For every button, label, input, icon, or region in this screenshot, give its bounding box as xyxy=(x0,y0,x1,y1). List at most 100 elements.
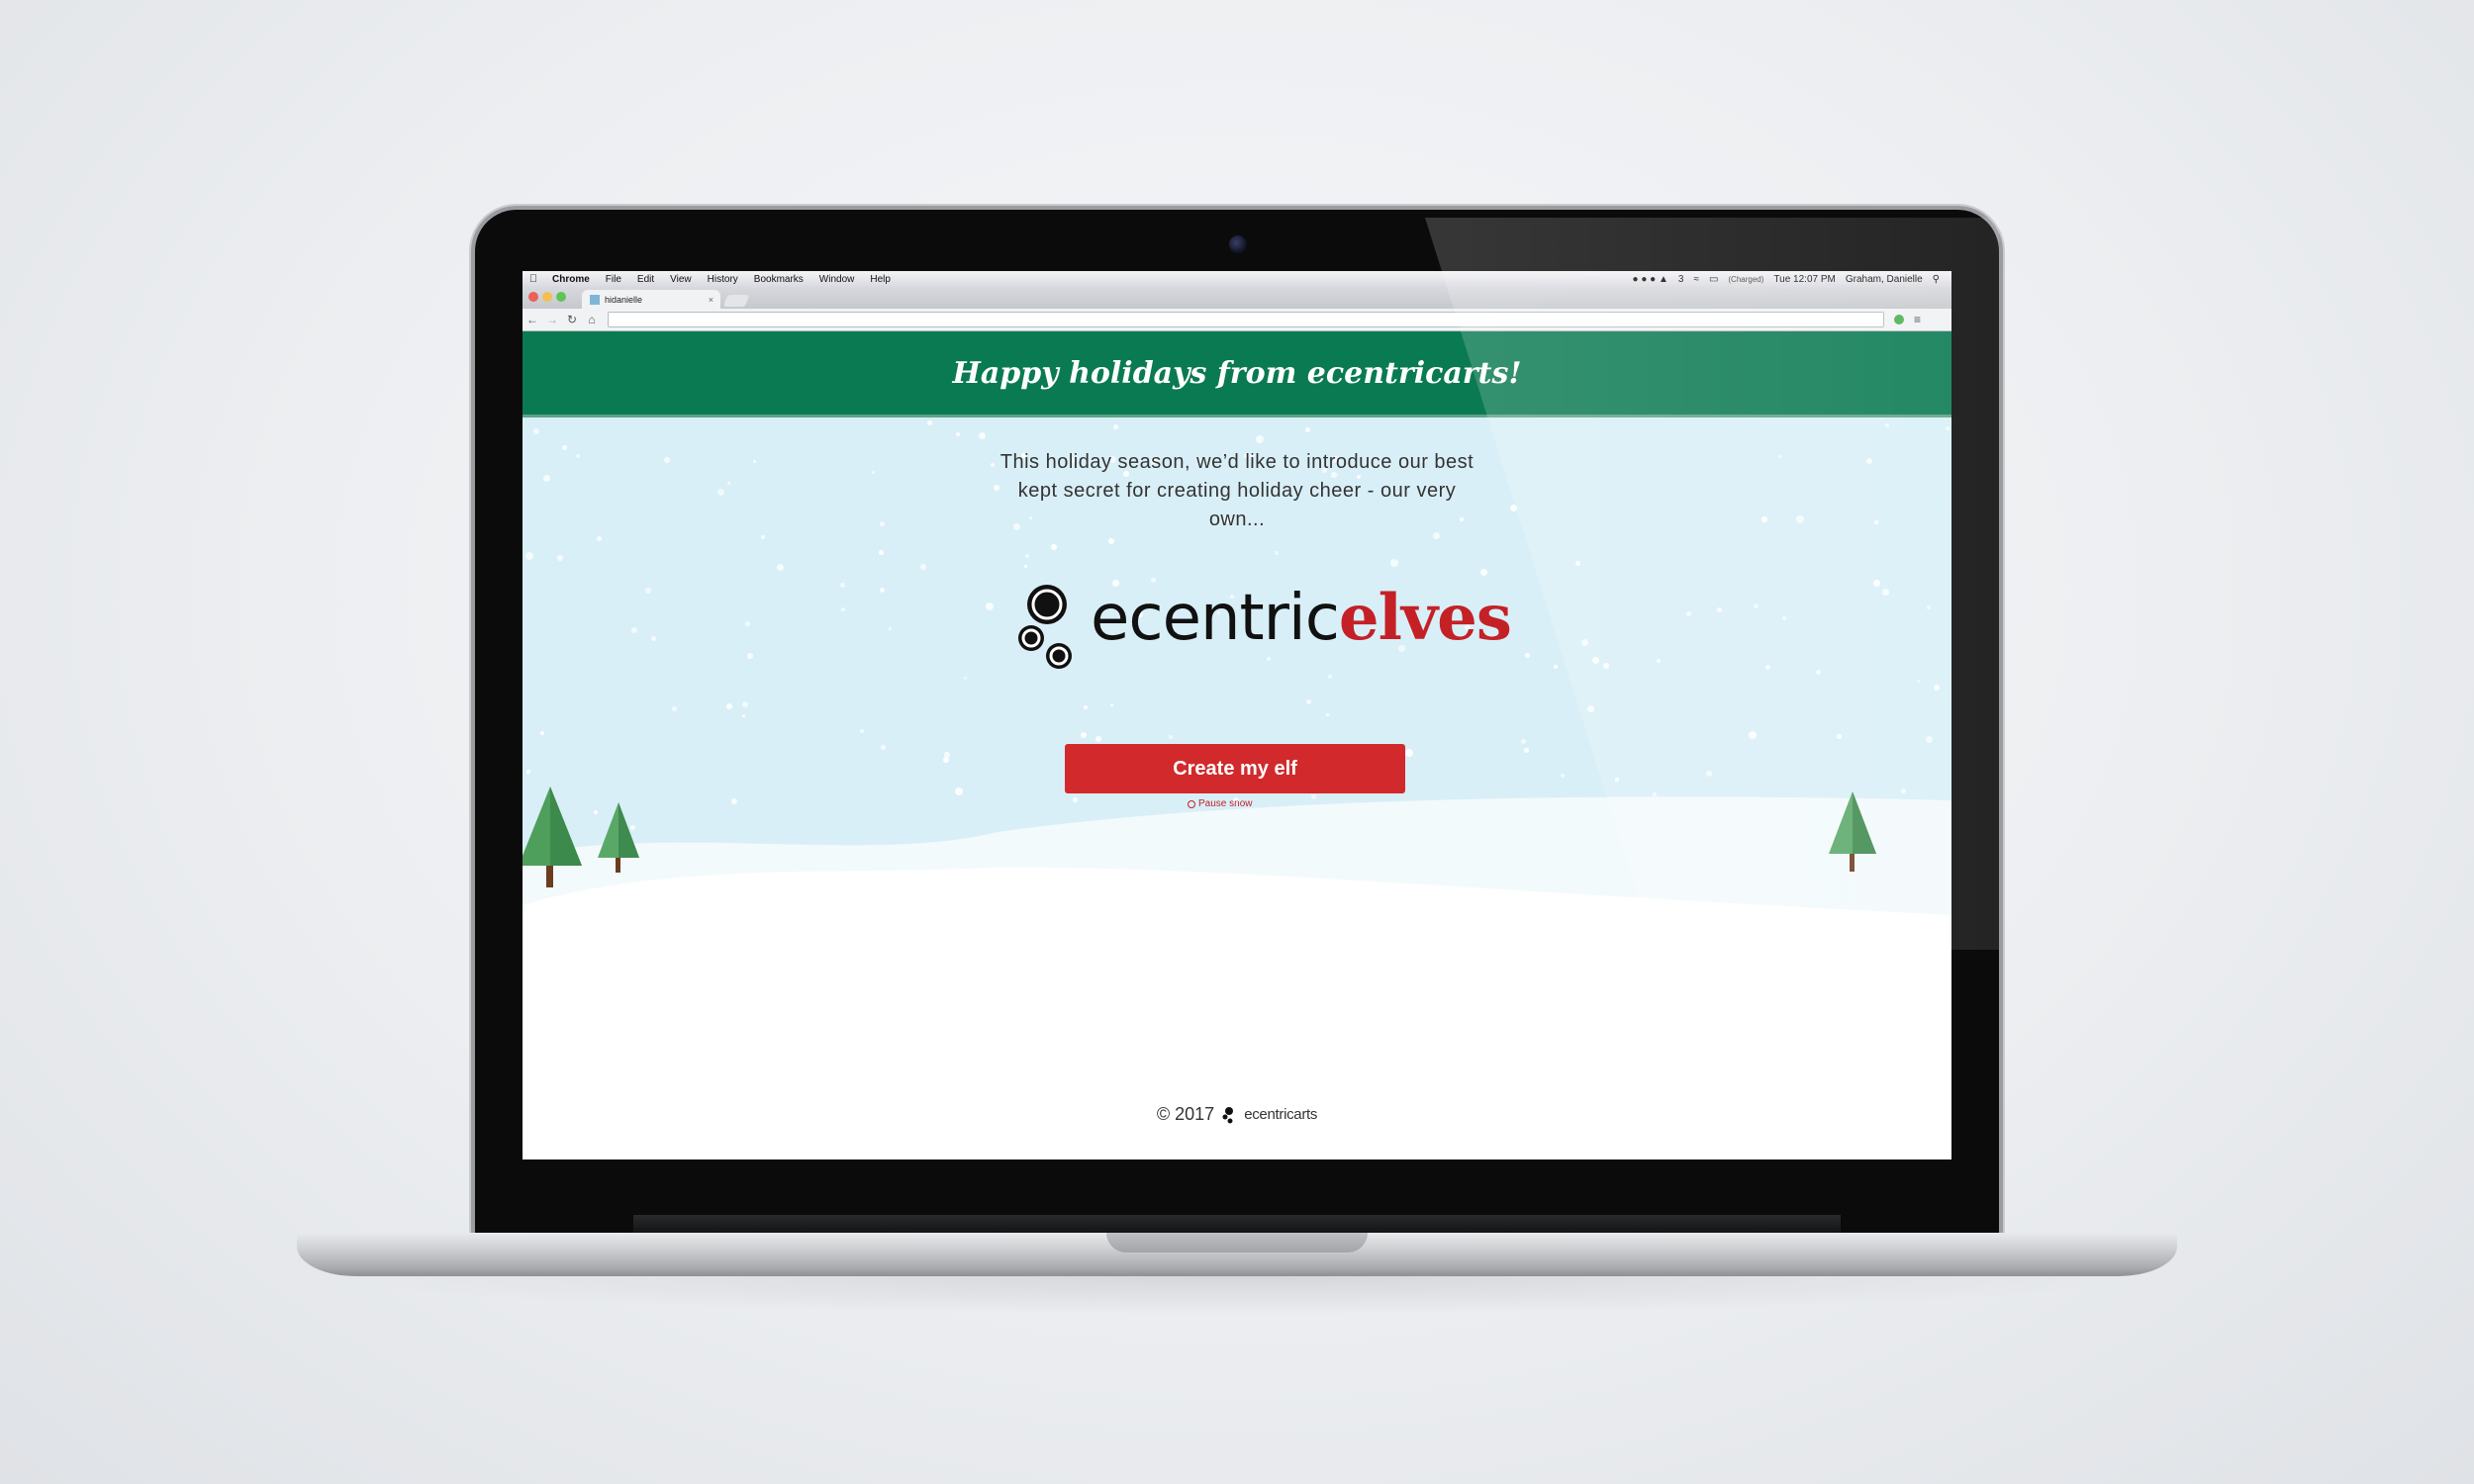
create-my-elf-button[interactable]: Create my elf xyxy=(1065,744,1405,793)
snowflake xyxy=(631,627,637,633)
laptop-hinge xyxy=(633,1215,1841,1235)
new-tab-button[interactable] xyxy=(722,295,750,307)
snowflake xyxy=(1575,561,1580,566)
snowflake xyxy=(880,588,885,593)
snowflake xyxy=(1927,605,1931,609)
snowflake xyxy=(1305,427,1310,432)
footer-brand: ecentricarts xyxy=(1244,1106,1318,1123)
snowflake xyxy=(927,420,932,425)
battery-icon[interactable]: ▭ xyxy=(1709,274,1718,285)
snowflake xyxy=(717,489,724,496)
menu-help[interactable]: Help xyxy=(862,274,899,285)
close-window-button[interactable] xyxy=(528,292,538,302)
snowflake xyxy=(525,552,533,560)
user-name[interactable]: Graham, Danielle xyxy=(1846,274,1923,285)
tab-strip: hidanielle × xyxy=(523,287,1951,309)
tab-active[interactable]: hidanielle × xyxy=(582,290,720,309)
snowflake xyxy=(956,432,960,436)
snowflake xyxy=(1686,611,1691,616)
snowflake xyxy=(1554,665,1558,669)
screen:  Chrome File Edit View History Bookmark… xyxy=(523,271,1951,1159)
logo-mark-icon xyxy=(1018,585,1072,669)
snowflake xyxy=(1816,670,1821,675)
snowflake xyxy=(1946,426,1950,430)
snowflake xyxy=(1885,423,1889,427)
snowflake xyxy=(1603,663,1609,669)
snowflake xyxy=(1510,505,1517,511)
snowflake xyxy=(1782,616,1786,620)
snowflake xyxy=(557,555,563,561)
laptop-shadow xyxy=(327,1276,2147,1316)
snowflake xyxy=(562,445,567,450)
footer: © 2017 ecentricarts xyxy=(523,1104,1951,1125)
menu-window[interactable]: Window xyxy=(811,274,863,285)
snowflake xyxy=(1326,713,1329,716)
apple-icon[interactable]:  xyxy=(523,273,544,285)
menu-view[interactable]: View xyxy=(662,274,700,285)
snowflake xyxy=(920,564,926,570)
snowflake xyxy=(1765,665,1770,670)
snowflake xyxy=(1306,699,1311,704)
snowflake xyxy=(645,588,651,594)
pause-snow-link[interactable]: Pause snow xyxy=(1188,798,1283,809)
wifi-icon[interactable]: ≈ xyxy=(1693,274,1699,285)
snowflake xyxy=(1592,657,1599,664)
snowflake xyxy=(1917,680,1920,683)
snowflake xyxy=(1874,520,1878,524)
footer-copyright: © 2017 xyxy=(1156,1104,1215,1124)
spotlight-icon[interactable]: ⚲ xyxy=(1933,274,1940,285)
snowflake xyxy=(841,607,845,611)
home-icon[interactable]: ⌂ xyxy=(582,313,602,326)
laptop-notch xyxy=(1106,1233,1368,1252)
minimize-window-button[interactable] xyxy=(542,292,552,302)
snowflake xyxy=(727,482,730,485)
snowflake xyxy=(1657,659,1661,663)
reload-icon[interactable]: ↻ xyxy=(562,313,582,326)
snowflake xyxy=(1025,554,1029,558)
snowflake xyxy=(1778,455,1781,458)
extension-icon[interactable] xyxy=(1894,315,1904,325)
logo-wordmark: ecentricelves xyxy=(1091,581,1512,655)
snowflake xyxy=(742,714,745,717)
snowflake xyxy=(1275,551,1279,555)
status-icons[interactable]: ● ● ● ▲ xyxy=(1633,274,1668,285)
snowflake xyxy=(1717,607,1722,612)
menu-chrome[interactable]: Chrome xyxy=(544,274,598,285)
snowflake xyxy=(1110,703,1113,706)
snowflake xyxy=(747,653,753,659)
snowflake xyxy=(597,536,602,541)
menu-bar:  Chrome File Edit View History Bookmark… xyxy=(523,271,1951,287)
snowflake xyxy=(1581,639,1588,646)
snowflake xyxy=(986,603,994,610)
menu-history[interactable]: History xyxy=(700,274,746,285)
tab-close-icon[interactable]: × xyxy=(709,295,714,305)
zoom-window-button[interactable] xyxy=(556,292,566,302)
snowflake xyxy=(777,564,784,571)
snowflake xyxy=(533,428,539,434)
snowflake xyxy=(860,729,864,733)
snowflake xyxy=(726,703,732,709)
snowflake xyxy=(1934,685,1940,691)
snowflake xyxy=(840,583,845,588)
snowflake xyxy=(651,636,656,641)
menu-file[interactable]: File xyxy=(598,274,629,285)
snowflake xyxy=(753,460,756,463)
snowflake xyxy=(879,550,884,555)
status-area: ● ● ● ▲ 3 ≈ ▭ (Charged) Tue 12:07 PM Gra… xyxy=(1633,274,1951,285)
back-icon[interactable]: ← xyxy=(523,313,542,326)
clock[interactable]: Tue 12:07 PM xyxy=(1773,274,1835,285)
favicon-icon xyxy=(590,294,600,305)
battery-status[interactable]: (Charged) xyxy=(1728,275,1763,284)
snowflake xyxy=(1108,538,1114,544)
notification-count[interactable]: 3 xyxy=(1678,274,1684,285)
snowflake xyxy=(761,535,765,539)
snowflake xyxy=(1866,458,1872,464)
address-bar[interactable] xyxy=(608,312,1884,327)
forward-icon[interactable]: → xyxy=(542,313,562,326)
chrome-menu-icon[interactable]: ≡ xyxy=(1914,313,1921,326)
snowflake xyxy=(889,627,892,630)
menu-edit[interactable]: Edit xyxy=(629,274,662,285)
snowflake xyxy=(1525,653,1530,658)
snowflake xyxy=(540,731,544,735)
menu-bookmarks[interactable]: Bookmarks xyxy=(746,274,811,285)
